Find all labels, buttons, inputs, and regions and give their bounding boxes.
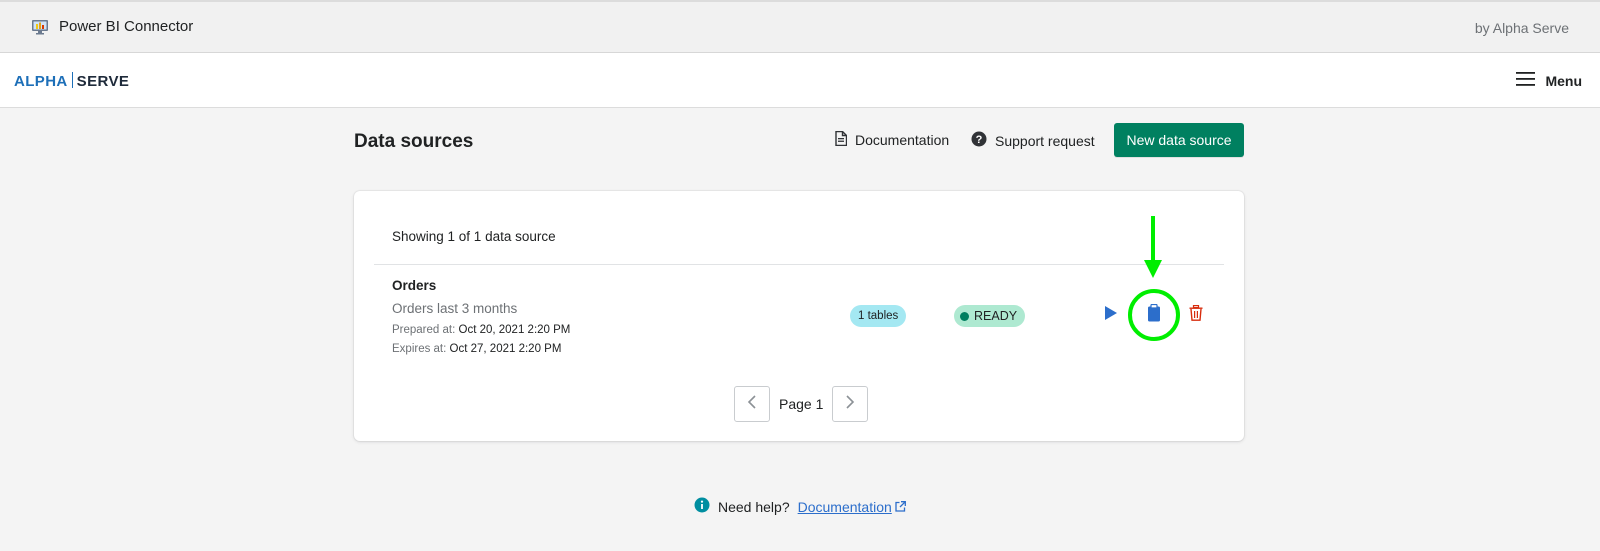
help-text: Need help? bbox=[718, 498, 790, 515]
expires-at: Expires at: Oct 27, 2021 2:20 PM bbox=[392, 343, 561, 355]
data-source-name[interactable]: Orders bbox=[392, 278, 436, 293]
data-source-list-card: Showing 1 of 1 data source Orders Orders… bbox=[354, 191, 1244, 441]
hamburger-icon bbox=[1516, 71, 1536, 92]
help-documentation-link[interactable]: Documentation bbox=[798, 499, 892, 515]
power-bi-icon bbox=[31, 18, 49, 36]
list-divider bbox=[374, 264, 1224, 265]
trash-icon bbox=[1189, 304, 1203, 326]
nav-bar: ALPHA SERVE Menu bbox=[0, 53, 1600, 108]
delete-button[interactable] bbox=[1185, 304, 1207, 326]
page-title: Data sources bbox=[354, 131, 474, 152]
expires-at-value: Oct 27, 2021 2:20 PM bbox=[449, 343, 562, 355]
status-dot-icon bbox=[960, 311, 969, 321]
document-icon bbox=[835, 130, 848, 149]
previous-page-button[interactable] bbox=[734, 386, 770, 422]
app-title: Power BI Connector bbox=[59, 18, 194, 35]
chevron-right-icon bbox=[845, 394, 855, 414]
status-label: READY bbox=[974, 309, 1018, 323]
prepared-at-value: Oct 20, 2021 2:20 PM bbox=[458, 324, 571, 336]
support-request-label: Support request bbox=[995, 132, 1095, 149]
page-indicator: Page 1 bbox=[779, 396, 824, 412]
next-page-button[interactable] bbox=[832, 386, 869, 422]
app-header: Power BI Connector by Alpha Serve bbox=[0, 0, 1600, 53]
logo-alpha-text: ALPHA bbox=[14, 73, 68, 90]
play-icon bbox=[1104, 305, 1118, 326]
data-source-description: Orders last 3 months bbox=[392, 301, 518, 316]
documentation-link[interactable]: Documentation bbox=[835, 130, 950, 149]
copy-link-button[interactable] bbox=[1143, 303, 1165, 327]
logo-serve-text: SERVE bbox=[76, 73, 130, 90]
annotation-arrow-shaft bbox=[1151, 216, 1155, 264]
vendor-label: by Alpha Serve bbox=[1474, 20, 1569, 36]
clipboard-icon bbox=[1147, 303, 1161, 327]
alpha-serve-logo[interactable]: ALPHA SERVE bbox=[14, 72, 129, 90]
menu-button[interactable]: Menu bbox=[1516, 71, 1582, 91]
prepared-at: Prepared at: Oct 20, 2021 2:20 PM bbox=[392, 324, 570, 336]
menu-label: Menu bbox=[1545, 73, 1582, 89]
pagination: Page 1 bbox=[734, 386, 869, 422]
support-request-link[interactable]: ? Support request bbox=[971, 131, 1095, 150]
info-icon bbox=[694, 497, 710, 516]
results-count: Showing 1 of 1 data source bbox=[392, 229, 556, 244]
logo-separator bbox=[71, 72, 73, 88]
svg-text:?: ? bbox=[976, 134, 983, 146]
status-badge: READY bbox=[954, 305, 1026, 327]
tables-count-badge: 1 tables bbox=[850, 305, 907, 327]
chevron-left-icon bbox=[747, 394, 757, 414]
external-link-icon bbox=[895, 500, 906, 512]
run-button[interactable] bbox=[1100, 304, 1122, 326]
question-circle-icon: ? bbox=[971, 131, 987, 150]
prepared-at-label: Prepared at: bbox=[392, 324, 456, 336]
documentation-label: Documentation bbox=[855, 132, 950, 148]
expires-at-label: Expires at: bbox=[392, 343, 447, 355]
new-data-source-button[interactable]: New data source bbox=[1114, 123, 1244, 157]
help-footer: Need help? Documentation bbox=[694, 497, 906, 516]
annotation-arrow-icon bbox=[1144, 260, 1162, 278]
